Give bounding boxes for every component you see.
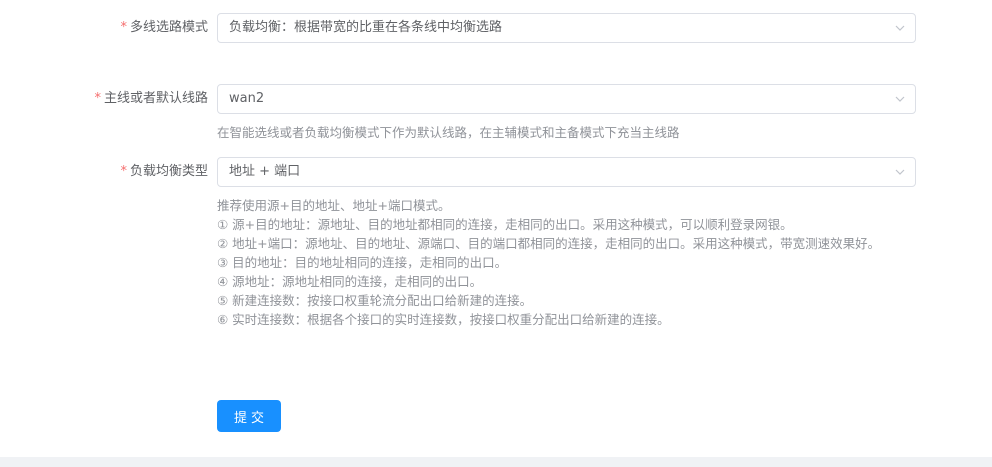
default-line-label-text: 主线或者默认线路 xyxy=(103,91,208,106)
chevron-down-icon xyxy=(895,25,905,31)
mode-select-value: 负载均衡：根据带宽的比重在各条线中均衡选路 xyxy=(229,20,503,35)
help-line: ② 地址+端口：源地址、目的地址、源端口、目的端口都相同的连接，走相同的出口。采… xyxy=(217,236,881,251)
mode-label: * 多线选路模式 xyxy=(120,13,208,43)
required-mark: * xyxy=(120,20,127,35)
footer-band xyxy=(0,457,992,467)
submit-button[interactable]: 提交 xyxy=(217,400,281,432)
balance-type-label: * 负载均衡类型 xyxy=(120,157,208,187)
mode-select[interactable]: 负载均衡：根据带宽的比重在各条线中均衡选路 xyxy=(217,13,916,43)
help-line: ① 源+目的地址：源地址、目的地址都相同的连接，走相同的出口。采用这种模式，可以… xyxy=(217,217,793,232)
mode-label-text: 多线选路模式 xyxy=(129,20,208,35)
default-line-select[interactable]: wan2 xyxy=(217,84,916,114)
help-line: ⑤ 新建连接数：按接口权重轮流分配出口给新建的连接。 xyxy=(217,293,533,308)
balance-type-help: 推荐使用源+目的地址、地址+端口模式。 ① 源+目的地址：源地址、目的地址都相同… xyxy=(217,196,919,329)
help-line: 推荐使用源+目的地址、地址+端口模式。 xyxy=(217,198,451,213)
help-line: ④ 源地址：源地址相同的连接，走相同的出口。 xyxy=(217,274,483,289)
chevron-down-icon xyxy=(895,96,905,102)
default-line-label: * 主线或者默认线路 xyxy=(94,84,208,114)
balance-type-select-value: 地址 + 端口 xyxy=(229,164,301,179)
chevron-down-icon xyxy=(895,169,905,175)
balance-type-label-text: 负载均衡类型 xyxy=(129,164,208,179)
default-line-hint: 在智能选线或者负载均衡模式下作为默认线路，在主辅模式和主备模式下充当主线路 xyxy=(217,125,680,140)
help-line: ⑥ 实时连接数：根据各个接口的实时连接数，按接口权重分配出口给新建的连接。 xyxy=(217,312,670,327)
default-line-select-value: wan2 xyxy=(229,91,265,106)
balance-type-select[interactable]: 地址 + 端口 xyxy=(217,157,916,187)
help-line: ③ 目的地址：目的地址相同的连接，走相同的出口。 xyxy=(217,255,508,270)
required-mark: * xyxy=(94,91,101,106)
required-mark: * xyxy=(120,164,127,179)
